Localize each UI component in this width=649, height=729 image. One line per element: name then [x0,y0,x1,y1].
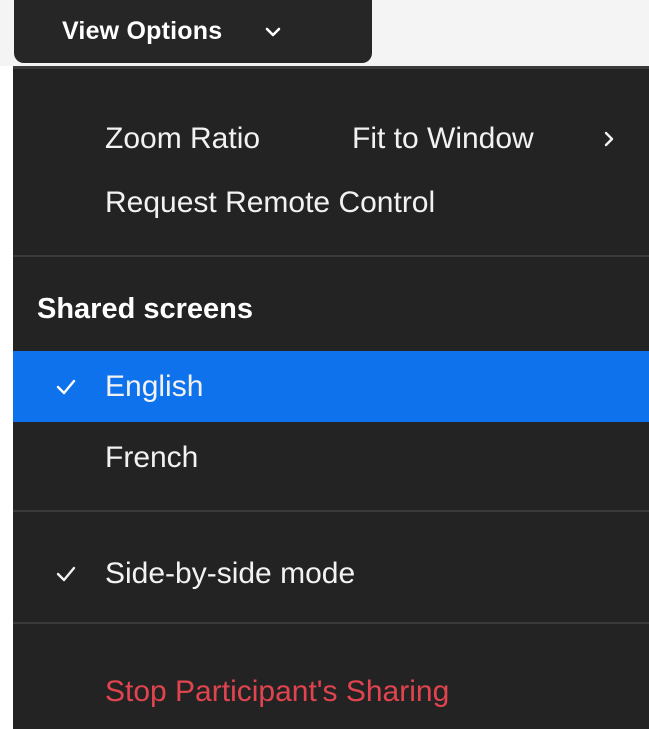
menu-divider [13,510,649,512]
menu-item-stop-participant-sharing[interactable]: Stop Participant's Sharing [13,657,649,727]
screen-english-label: English [105,369,204,403]
stop-sharing-label: Stop Participant's Sharing [105,675,450,708]
view-options-label: View Options [62,17,223,45]
view-options-menu: Zoom Ratio Fit to Window Request Remote … [13,66,649,729]
chevron-down-icon [266,27,281,36]
menu-divider [13,255,649,257]
menu-item-side-by-side-mode[interactable]: Side-by-side mode [13,539,649,609]
menu-item-zoom-ratio[interactable]: Zoom Ratio Fit to Window [13,107,649,171]
menu-item-screen-french[interactable]: French [13,422,649,493]
shared-screens-heading: Shared screens [37,293,254,325]
view-options-button[interactable]: View Options [14,0,372,63]
side-by-side-label: Side-by-side mode [105,557,356,590]
request-remote-control-label: Request Remote Control [105,186,436,219]
zoom-ratio-value: Fit to Window [352,122,534,155]
zoom-ratio-label: Zoom Ratio [105,122,261,155]
menu-item-screen-english[interactable]: English [13,351,649,422]
menu-item-request-remote-control[interactable]: Request Remote Control [13,171,649,235]
checkmark-icon [56,566,76,582]
checkmark-icon [56,379,76,394]
chevron-right-icon [604,131,614,147]
menu-divider [13,622,649,624]
screen-french-label: French [105,440,199,474]
